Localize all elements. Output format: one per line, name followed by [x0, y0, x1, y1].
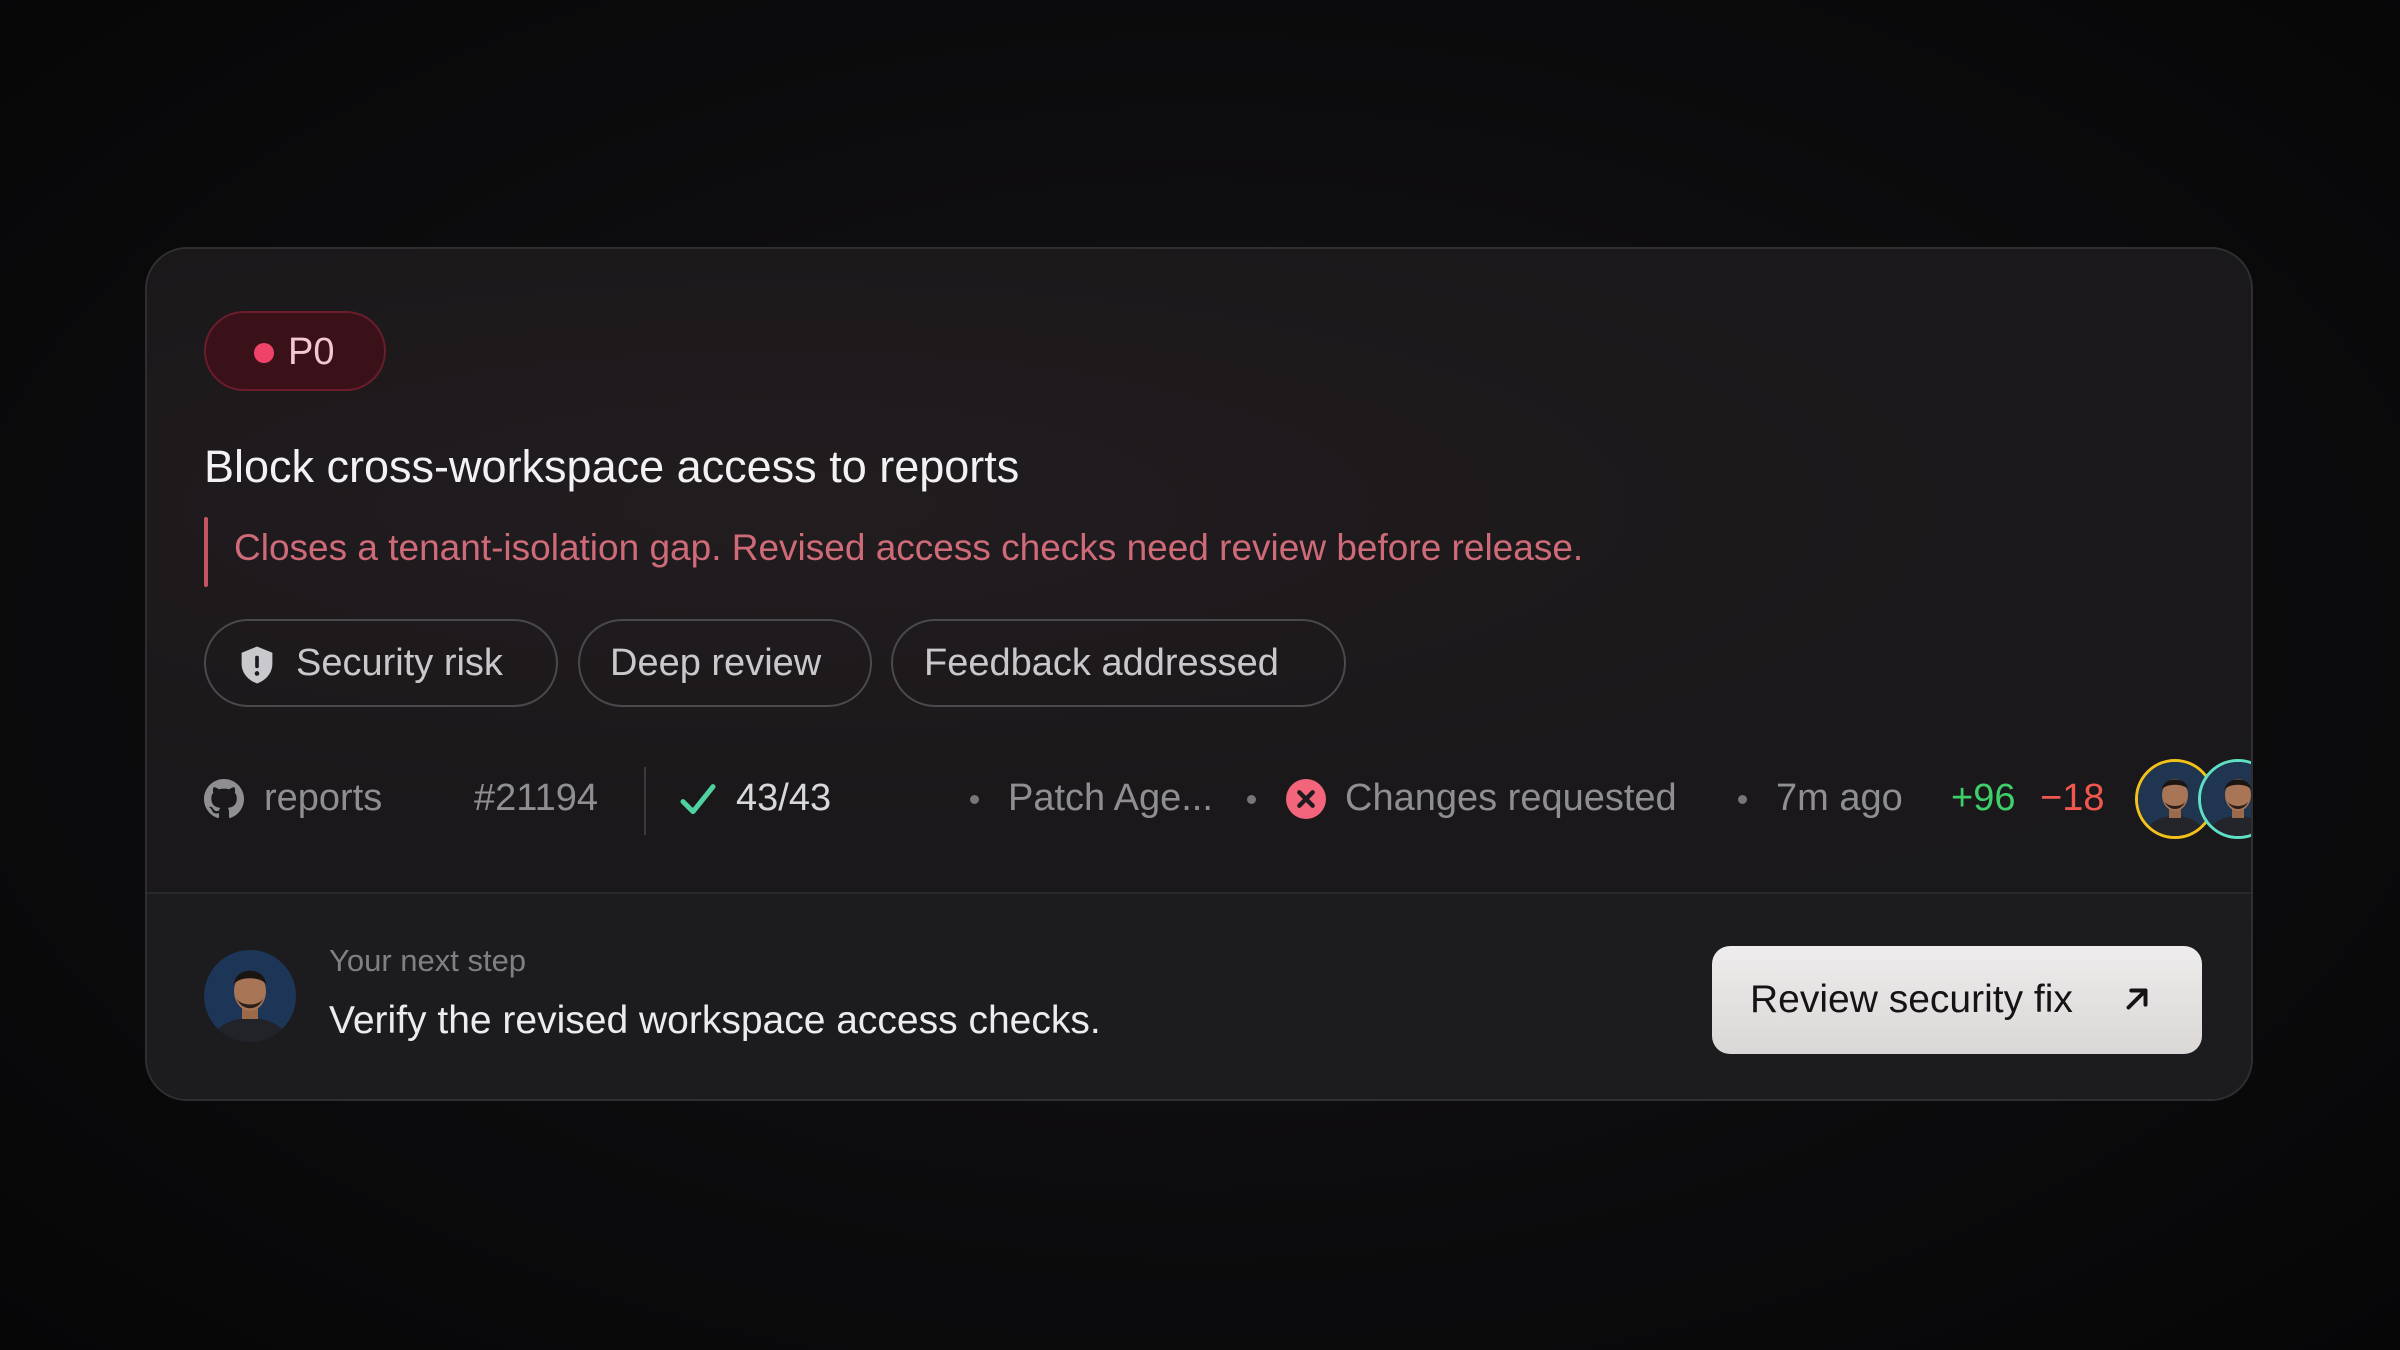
tag-label: Security risk — [296, 642, 503, 684]
deletions-count: −18 — [2040, 777, 2105, 819]
arrow-up-right-icon — [2126, 988, 2148, 1010]
user-avatar — [204, 950, 296, 1042]
tag-label: Feedback addressed — [924, 642, 1279, 684]
pr-number[interactable]: #21194 — [474, 775, 598, 821]
separator-dot — [970, 795, 979, 804]
check-icon — [680, 784, 716, 815]
separator-dot — [1738, 795, 1747, 804]
additions-count: +96 — [1951, 777, 2016, 819]
pr-summary: Closes a tenant-isolation gap. Revised a… — [234, 527, 1584, 568]
button-label: Review security fix — [1750, 978, 2073, 1021]
checks-status[interactable]: 43/43 — [736, 775, 831, 821]
tag-deep-review[interactable]: Deep review — [578, 619, 872, 707]
next-step-text: Verify the revised workspace access chec… — [329, 999, 1101, 1042]
summary-accent-bar — [204, 517, 208, 587]
review-security-fix-button[interactable]: Review security fix — [1712, 946, 2202, 1054]
reviewer-avatars[interactable]: +3 — [2135, 759, 2251, 843]
reviewer-avatar[interactable] — [2198, 759, 2251, 839]
pr-meta-row: reports #21194 43/43 Patch Age... Change… — [204, 759, 2251, 839]
tag-label: Deep review — [610, 642, 822, 684]
meta-divider — [644, 767, 646, 835]
github-icon — [204, 779, 244, 819]
stage: P0 Block cross-workspace access to repor… — [0, 0, 2400, 1350]
priority-badge: P0 — [204, 311, 386, 391]
review-status[interactable]: Changes requested — [1345, 775, 1677, 821]
shield-icon — [241, 646, 273, 684]
avatar-image — [2201, 762, 2251, 836]
pr-title[interactable]: Block cross-workspace access to reports — [204, 439, 1019, 495]
updated-time: 7m ago — [1776, 777, 1903, 819]
separator-dot — [1247, 795, 1256, 804]
next-step-label: Your next step — [329, 943, 527, 978]
pr-card[interactable]: P0 Block cross-workspace access to repor… — [145, 247, 2253, 1101]
priority-dot — [254, 343, 274, 363]
repo-name[interactable]: reports — [264, 775, 382, 821]
priority-label: P0 — [288, 331, 335, 373]
x-circle-icon — [1286, 779, 1326, 819]
agent-name[interactable]: Patch Age... — [1008, 775, 1213, 821]
tag-feedback-addressed[interactable]: Feedback addressed — [891, 619, 1346, 707]
avatar-image — [204, 950, 296, 1042]
tag-security-risk[interactable]: Security risk — [204, 619, 558, 707]
